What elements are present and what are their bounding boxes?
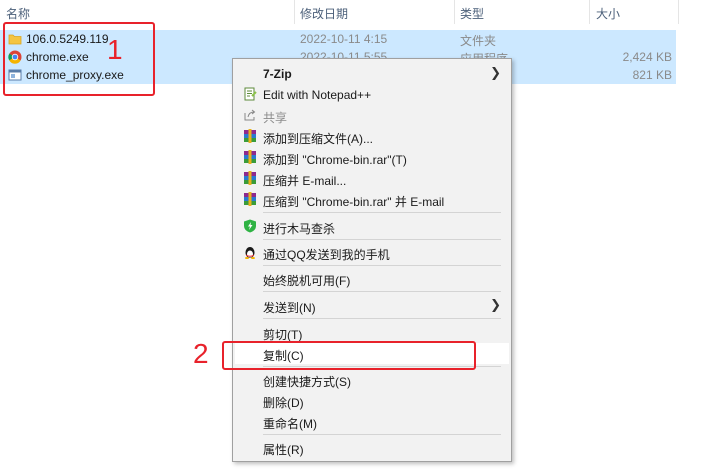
menu-item-label: 压缩并 E-mail... [263, 174, 347, 188]
share-icon [244, 109, 256, 121]
menu-separator [263, 434, 501, 435]
column-divider[interactable] [589, 0, 590, 24]
menu-item-label: 压缩到 "Chrome-bin.rar" 并 E-mail [263, 195, 445, 209]
annotation-box-1 [3, 22, 155, 96]
menu-item-qq-send[interactable]: 通过QQ发送到我的手机 [235, 242, 509, 263]
qq-penguin-icon [245, 247, 255, 259]
menu-item-cut[interactable]: 剪切(T) [235, 322, 509, 343]
menu-item-label: 添加到 "Chrome-bin.rar"(T) [263, 153, 407, 167]
menu-separator [263, 265, 501, 266]
file-size: 821 KB [632, 68, 672, 82]
menu-item-label: 属性(R) [263, 443, 304, 457]
menu-item-label: 创建快捷方式(S) [263, 375, 351, 389]
column-divider[interactable] [294, 0, 295, 24]
menu-item-7zip[interactable]: 7-Zip ❯ [235, 63, 509, 84]
menu-item-delete[interactable]: 删除(D) [235, 390, 509, 411]
context-menu: 7-Zip ❯ Edit with Notepad++ 共享 添加到压缩文件(A… [232, 58, 512, 462]
column-divider[interactable] [678, 0, 679, 24]
menu-item-add-rar[interactable]: 添加到 "Chrome-bin.rar"(T) [235, 147, 509, 168]
menu-separator [263, 291, 501, 292]
column-size-header[interactable]: 大小 [596, 5, 620, 22]
menu-item-label: 发送到(N) [263, 301, 316, 315]
winrar-icon [244, 150, 256, 164]
menu-item-share[interactable]: 共享 [235, 105, 509, 126]
menu-item-label: 7-Zip [263, 67, 292, 81]
column-header: ⌃ 名称 修改日期 类型 大小 [0, 0, 715, 24]
annotation-box-2 [222, 341, 476, 370]
menu-item-label: 始终脱机可用(F) [263, 274, 351, 288]
menu-item-offline[interactable]: 始终脱机可用(F) [235, 268, 509, 289]
menu-item-trojan-scan[interactable]: 进行木马查杀 [235, 216, 509, 237]
column-divider[interactable] [454, 0, 455, 24]
file-size: 2,424 KB [622, 50, 672, 64]
menu-item-rename[interactable]: 重命名(M) [235, 411, 509, 432]
column-date-header[interactable]: 修改日期 [300, 5, 348, 22]
annotation-step-2: 2 [193, 338, 209, 369]
menu-item-compress-rar-email[interactable]: 压缩到 "Chrome-bin.rar" 并 E-mail [235, 189, 509, 210]
menu-item-label: 共享 [263, 111, 288, 125]
menu-separator [263, 318, 501, 319]
winrar-icon [244, 171, 256, 185]
menu-item-shortcut[interactable]: 创建快捷方式(S) [235, 369, 509, 390]
menu-item-notepad[interactable]: Edit with Notepad++ [235, 84, 509, 105]
annotation-step-1: 1 [107, 34, 123, 65]
menu-item-add-archive[interactable]: 添加到压缩文件(A)... [235, 126, 509, 147]
menu-item-label: 删除(D) [263, 396, 304, 410]
menu-item-label: Edit with Notepad++ [263, 88, 372, 102]
submenu-arrow-icon: ❯ [490, 65, 501, 80]
menu-item-properties[interactable]: 属性(R) [235, 437, 509, 458]
submenu-arrow-icon: ❯ [490, 297, 501, 312]
menu-separator [263, 239, 501, 240]
winrar-icon [244, 129, 256, 143]
menu-item-label: 通过QQ发送到我的手机 [263, 248, 390, 262]
sort-caret-icon: ⌃ [144, 0, 153, 7]
winrar-icon [244, 192, 256, 206]
menu-item-label: 重命名(M) [263, 417, 317, 431]
menu-item-compress-email[interactable]: 压缩并 E-mail... [235, 168, 509, 189]
menu-item-label: 进行木马查杀 [263, 222, 336, 236]
file-date: 2022-10-11 4:15 [300, 32, 388, 46]
shield-icon [244, 219, 256, 233]
notepad-plus-icon [244, 87, 257, 101]
menu-separator [263, 212, 501, 213]
menu-item-send-to[interactable]: 发送到(N) ❯ [235, 295, 509, 316]
column-type-header[interactable]: 类型 [460, 5, 484, 22]
file-type: 文件夹 [460, 34, 497, 48]
menu-item-label: 添加到压缩文件(A)... [263, 132, 373, 146]
column-name-header[interactable]: 名称 [6, 5, 30, 22]
